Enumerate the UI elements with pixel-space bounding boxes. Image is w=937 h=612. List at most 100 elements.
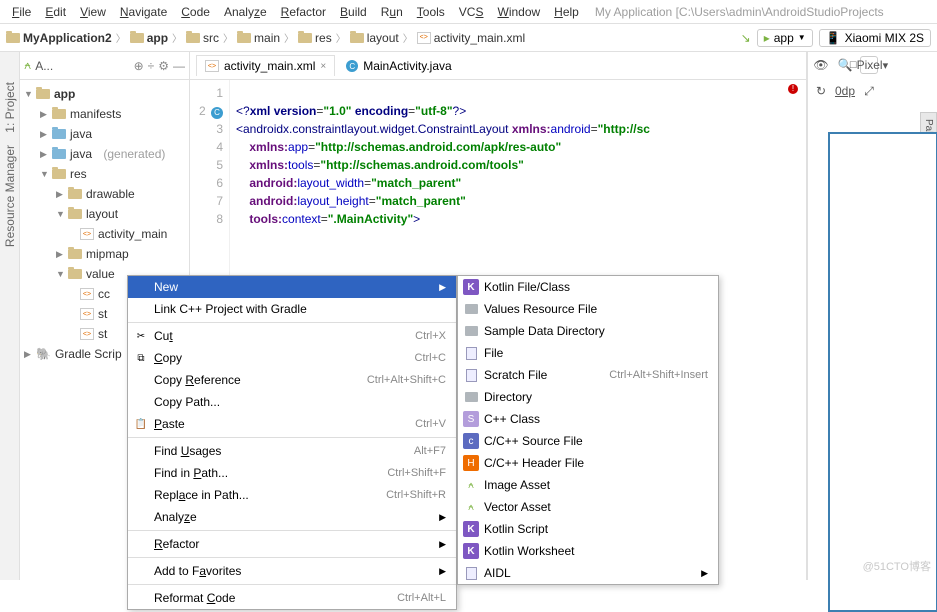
file-icon: [466, 347, 477, 360]
tree-drawable[interactable]: ▶drawable: [24, 184, 189, 204]
device-selector[interactable]: 📱Xiaomi MIX 2S: [819, 29, 931, 47]
refresh-icon[interactable]: ↻: [812, 82, 830, 100]
folder-icon: [186, 33, 200, 43]
menu-analyze[interactable]: Analyze: [218, 3, 273, 21]
split-icon[interactable]: ÷: [148, 59, 155, 73]
breadcrumb-root[interactable]: MyApplication2: [6, 31, 112, 45]
project-mode-label[interactable]: A...: [35, 59, 53, 73]
ctx-favorites[interactable]: Add to Favorites▶: [128, 560, 456, 582]
menu-help[interactable]: Help: [548, 3, 585, 21]
menu-run[interactable]: Run: [375, 3, 409, 21]
folder-icon: [52, 169, 66, 179]
folder-icon: [36, 89, 50, 99]
paste-icon: 📋: [133, 416, 149, 432]
tree-mipmap[interactable]: ▶mipmap: [24, 244, 189, 264]
ctx-replace-in-path[interactable]: Replace in Path...Ctrl+Shift+R: [128, 484, 456, 506]
menu-view[interactable]: View: [74, 3, 112, 21]
sub-file[interactable]: File: [458, 342, 718, 364]
ctx-copy-ref[interactable]: Copy ReferenceCtrl+Alt+Shift+C: [128, 369, 456, 391]
build-icon[interactable]: ↘: [741, 31, 751, 45]
breadcrumb-app[interactable]: app: [130, 31, 168, 45]
sub-kotlin-worksheet[interactable]: KKotlin Worksheet: [458, 540, 718, 562]
tree-layout[interactable]: ▼layout: [24, 204, 189, 224]
chevron-right-icon: 〉: [116, 30, 126, 45]
menu-edit[interactable]: Edit: [39, 3, 72, 21]
ctx-copy-path[interactable]: Copy Path...: [128, 391, 456, 413]
tree-res[interactable]: ▼res: [24, 164, 189, 184]
menu-tools[interactable]: Tools: [411, 3, 451, 21]
tree-java-gen[interactable]: ▶java (generated): [24, 144, 189, 164]
folder-icon: [52, 149, 66, 159]
expand-icon[interactable]: ⤢: [860, 82, 878, 100]
eye-icon[interactable]: 👁: [812, 56, 830, 74]
ctx-paste[interactable]: 📋PasteCtrl+V: [128, 413, 456, 435]
tool-resource-manager[interactable]: Resource Manager: [3, 145, 17, 247]
sub-kotlin-script[interactable]: KKotlin Script: [458, 518, 718, 540]
sub-directory[interactable]: Directory: [458, 386, 718, 408]
sub-cpp-source[interactable]: cC/C++ Source File: [458, 430, 718, 452]
folder-icon: [350, 33, 364, 43]
breadcrumb-file[interactable]: <>activity_main.xml: [417, 31, 525, 45]
cut-icon: ✂: [133, 328, 149, 344]
separator: [128, 584, 456, 585]
menu-navigate[interactable]: Navigate: [114, 3, 173, 21]
chevron-right-icon: 〉: [336, 30, 346, 45]
sub-cpp-class[interactable]: SC++ Class: [458, 408, 718, 430]
ctx-copy[interactable]: ⧉CopyCtrl+C: [128, 347, 456, 369]
breadcrumb-src[interactable]: src: [186, 31, 219, 45]
editor-tabs: <>activity_main.xml× CMainActivity.java: [190, 52, 806, 80]
tree-java[interactable]: ▶java: [24, 124, 189, 144]
close-icon[interactable]: ×: [320, 61, 326, 72]
menu-code[interactable]: Code: [175, 3, 216, 21]
breadcrumb-main[interactable]: main: [237, 31, 280, 45]
android-icon: ⍲: [24, 58, 31, 73]
design-canvas[interactable]: [828, 132, 937, 612]
tab-mainactivity[interactable]: CMainActivity.java: [337, 55, 460, 76]
gutter-mark-icon[interactable]: C: [211, 107, 223, 119]
tree-app[interactable]: ▼app: [24, 84, 189, 104]
chevron-right-icon: 〉: [172, 30, 182, 45]
breadcrumb-layout[interactable]: layout: [350, 31, 399, 45]
menu-window[interactable]: Window: [491, 3, 546, 21]
sub-scratch[interactable]: Scratch FileCtrl+Alt+Shift+Insert: [458, 364, 718, 386]
ctx-new[interactable]: New▶: [128, 276, 456, 298]
breadcrumb-res[interactable]: res: [298, 31, 332, 45]
tree-manifests[interactable]: ▶manifests: [24, 104, 189, 124]
run-config-selector[interactable]: ▸app▼: [757, 29, 813, 47]
sub-values-res[interactable]: Values Resource File: [458, 298, 718, 320]
menu-file[interactable]: File: [6, 3, 37, 21]
ctx-analyze[interactable]: Analyze▶: [128, 506, 456, 528]
error-indicator-icon[interactable]: !: [788, 84, 798, 94]
ctx-link-cpp[interactable]: Link C++ Project with Gradle: [128, 298, 456, 320]
menu-vcs[interactable]: VCS: [453, 3, 490, 21]
zoom-label[interactable]: 0dp: [836, 82, 854, 100]
sub-sample-data[interactable]: Sample Data Directory: [458, 320, 718, 342]
ctx-cut[interactable]: ✂CutCtrl+X: [128, 325, 456, 347]
ctx-refactor[interactable]: Refactor▶: [128, 533, 456, 555]
target-icon[interactable]: ⊕: [134, 59, 144, 73]
sub-aidl[interactable]: AIDL▶: [458, 562, 718, 584]
folder-icon: [465, 304, 478, 314]
sub-cpp-header[interactable]: HC/C++ Header File: [458, 452, 718, 474]
tab-activity-main[interactable]: <>activity_main.xml×: [196, 55, 335, 76]
sub-kotlin-file[interactable]: KKotlin File/Class: [458, 276, 718, 298]
ctx-find-in-path[interactable]: Find in Path...Ctrl+Shift+F: [128, 462, 456, 484]
xml-icon: <>: [80, 228, 94, 240]
android-icon: ⍲: [463, 477, 479, 493]
chevron-right-icon: ▶: [439, 566, 446, 577]
ctx-reformat[interactable]: Reformat CodeCtrl+Alt+L: [128, 587, 456, 609]
ctx-find-usages[interactable]: Find UsagesAlt+F7: [128, 440, 456, 462]
sub-image-asset[interactable]: ⍲Image Asset: [458, 474, 718, 496]
design-toolbar-2: ↻ 0dp ⤢: [808, 78, 937, 104]
collapse-icon[interactable]: —: [173, 59, 185, 73]
xml-icon: <>: [80, 328, 94, 340]
tool-project[interactable]: 1: Project: [3, 82, 17, 133]
menu-build[interactable]: Build: [334, 3, 373, 21]
menu-refactor[interactable]: Refactor: [275, 3, 332, 21]
device-selector[interactable]: □ Pixel ▾: [860, 56, 878, 74]
tree-activity-main[interactable]: <>activity_main: [24, 224, 189, 244]
gear-icon[interactable]: ⚙: [158, 59, 169, 73]
sub-vector-asset[interactable]: ⍲Vector Asset: [458, 496, 718, 518]
separator: [128, 322, 456, 323]
design-toolbar: 👁 🔍 □ Pixel ▾: [808, 52, 937, 78]
